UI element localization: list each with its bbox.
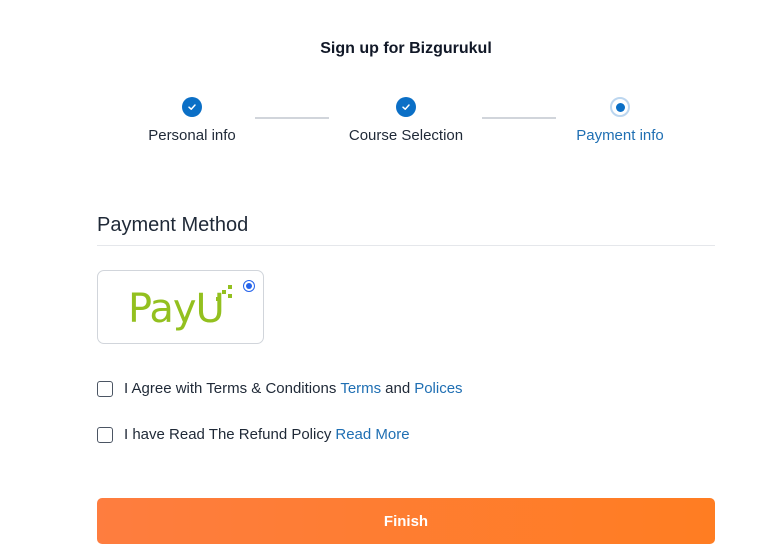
step-course-selection: Course Selection (316, 97, 496, 144)
terms-agreement-row: I Agree with Terms & Conditions Terms an… (97, 380, 463, 397)
payment-method-heading: Payment Method (97, 214, 249, 236)
terms-checkbox[interactable] (97, 380, 113, 397)
step-payment-info: Payment info (530, 97, 710, 144)
current-step-icon (610, 97, 630, 117)
step-label: Payment info (576, 127, 664, 144)
finish-button[interactable]: Finish (97, 498, 715, 544)
payu-logo-text: PayU (128, 286, 225, 332)
check-icon (396, 97, 416, 117)
refund-text: I have Read The Refund Policy (124, 426, 332, 443)
step-label: Personal info (148, 127, 236, 144)
read-more-link[interactable]: Read More (335, 426, 409, 443)
payu-logo: PayU (128, 285, 238, 335)
terms-link[interactable]: Terms (340, 380, 381, 397)
payment-option-payu[interactable]: PayU (97, 270, 264, 344)
terms-text: I Agree with Terms & Conditions (124, 380, 337, 397)
page-title: Sign up for Bizgurukul (320, 40, 492, 57)
refund-checkbox[interactable] (97, 426, 113, 443)
step-personal-info: Personal info (102, 97, 282, 144)
refund-agreement-row: I have Read The Refund Policy Read More (97, 426, 410, 443)
payment-radio[interactable] (243, 280, 255, 292)
step-label: Course Selection (348, 127, 464, 144)
payu-dots-icon (216, 285, 232, 301)
polices-link[interactable]: Polices (414, 380, 462, 397)
terms-joiner: and (385, 380, 411, 397)
check-icon (182, 97, 202, 117)
divider (97, 245, 715, 246)
